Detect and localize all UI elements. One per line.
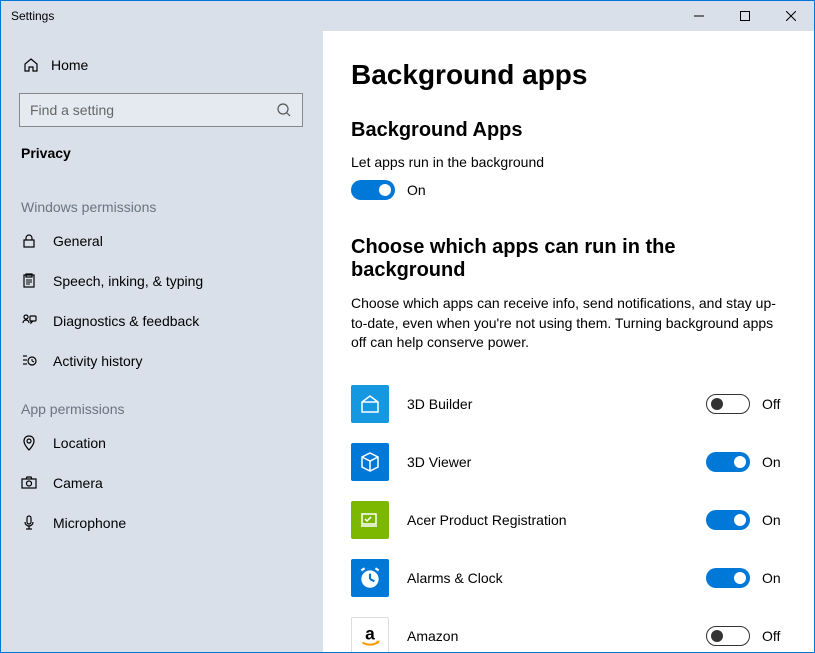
home-nav[interactable]: Home bbox=[1, 47, 323, 83]
window-controls bbox=[676, 1, 814, 31]
app-toggle-state: On bbox=[762, 570, 792, 586]
nav-label: Diagnostics & feedback bbox=[53, 313, 199, 329]
app-icon-acer bbox=[351, 501, 389, 539]
titlebar: Settings bbox=[1, 1, 814, 31]
nav-speech[interactable]: Speech, inking, & typing bbox=[1, 261, 323, 301]
nav-label: Activity history bbox=[53, 353, 142, 369]
close-button[interactable] bbox=[768, 1, 814, 31]
app-icon-amazon: a bbox=[351, 617, 389, 652]
feedback-icon bbox=[21, 313, 53, 329]
app-toggle-state: Off bbox=[762, 628, 792, 644]
sidebar: Home Privacy Windows permissions General… bbox=[1, 31, 323, 652]
app-name: Acer Product Registration bbox=[407, 512, 706, 528]
app-row-acer: Acer Product Registration On bbox=[351, 491, 792, 549]
nav-label: Microphone bbox=[53, 515, 126, 531]
home-label: Home bbox=[51, 57, 88, 73]
nav-label: Speech, inking, & typing bbox=[53, 273, 203, 289]
app-icon-3d-builder bbox=[351, 385, 389, 423]
history-icon bbox=[21, 353, 53, 369]
search-box[interactable] bbox=[19, 93, 303, 127]
master-toggle[interactable] bbox=[351, 180, 395, 200]
app-toggle-3d-viewer[interactable] bbox=[706, 452, 750, 472]
app-toggle-amazon[interactable] bbox=[706, 626, 750, 646]
camera-icon bbox=[21, 475, 53, 491]
app-name: 3D Viewer bbox=[407, 454, 706, 470]
maximize-button[interactable] bbox=[722, 1, 768, 31]
section-choose-apps-body: Choose which apps can receive info, send… bbox=[351, 294, 792, 353]
app-toggle-state: On bbox=[762, 512, 792, 528]
app-row-alarms: Alarms & Clock On bbox=[351, 549, 792, 607]
search-icon bbox=[276, 102, 292, 118]
nav-label: Camera bbox=[53, 475, 103, 491]
master-toggle-state: On bbox=[407, 182, 426, 198]
clipboard-icon bbox=[21, 273, 53, 289]
app-toggle-alarms[interactable] bbox=[706, 568, 750, 588]
section-choose-apps-title: Choose which apps can run in the backgro… bbox=[351, 236, 792, 282]
nav-diagnostics[interactable]: Diagnostics & feedback bbox=[1, 301, 323, 341]
app-toggle-acer[interactable] bbox=[706, 510, 750, 530]
group-label-app-permissions: App permissions bbox=[1, 381, 323, 423]
app-toggle-3d-builder[interactable] bbox=[706, 394, 750, 414]
minimize-button[interactable] bbox=[676, 1, 722, 31]
category-header: Privacy bbox=[1, 135, 323, 179]
app-row-amazon: a Amazon Off bbox=[351, 607, 792, 652]
app-name: Amazon bbox=[407, 628, 706, 644]
group-label-windows-permissions: Windows permissions bbox=[1, 179, 323, 221]
section-background-apps-title: Background Apps bbox=[351, 119, 792, 142]
search-input[interactable] bbox=[30, 102, 276, 118]
app-toggle-state: Off bbox=[762, 396, 792, 412]
window-title: Settings bbox=[1, 9, 676, 23]
microphone-icon bbox=[21, 515, 53, 531]
nav-activity[interactable]: Activity history bbox=[1, 341, 323, 381]
nav-location[interactable]: Location bbox=[1, 423, 323, 463]
master-toggle-label: Let apps run in the background bbox=[351, 154, 792, 170]
app-icon-3d-viewer bbox=[351, 443, 389, 481]
svg-text:a: a bbox=[365, 623, 375, 643]
main-content: Background apps Background Apps Let apps… bbox=[323, 31, 814, 652]
location-icon bbox=[21, 435, 53, 451]
nav-general[interactable]: General bbox=[1, 221, 323, 261]
app-row-3d-viewer: 3D Viewer On bbox=[351, 433, 792, 491]
app-name: 3D Builder bbox=[407, 396, 706, 412]
app-toggle-state: On bbox=[762, 454, 792, 470]
app-row-3d-builder: 3D Builder Off bbox=[351, 375, 792, 433]
lock-icon bbox=[21, 233, 53, 249]
nav-camera[interactable]: Camera bbox=[1, 463, 323, 503]
app-icon-alarms bbox=[351, 559, 389, 597]
nav-label: General bbox=[53, 233, 103, 249]
app-name: Alarms & Clock bbox=[407, 570, 706, 586]
nav-microphone[interactable]: Microphone bbox=[1, 503, 323, 543]
home-icon bbox=[23, 57, 51, 73]
nav-label: Location bbox=[53, 435, 106, 451]
page-title: Background apps bbox=[351, 59, 792, 91]
